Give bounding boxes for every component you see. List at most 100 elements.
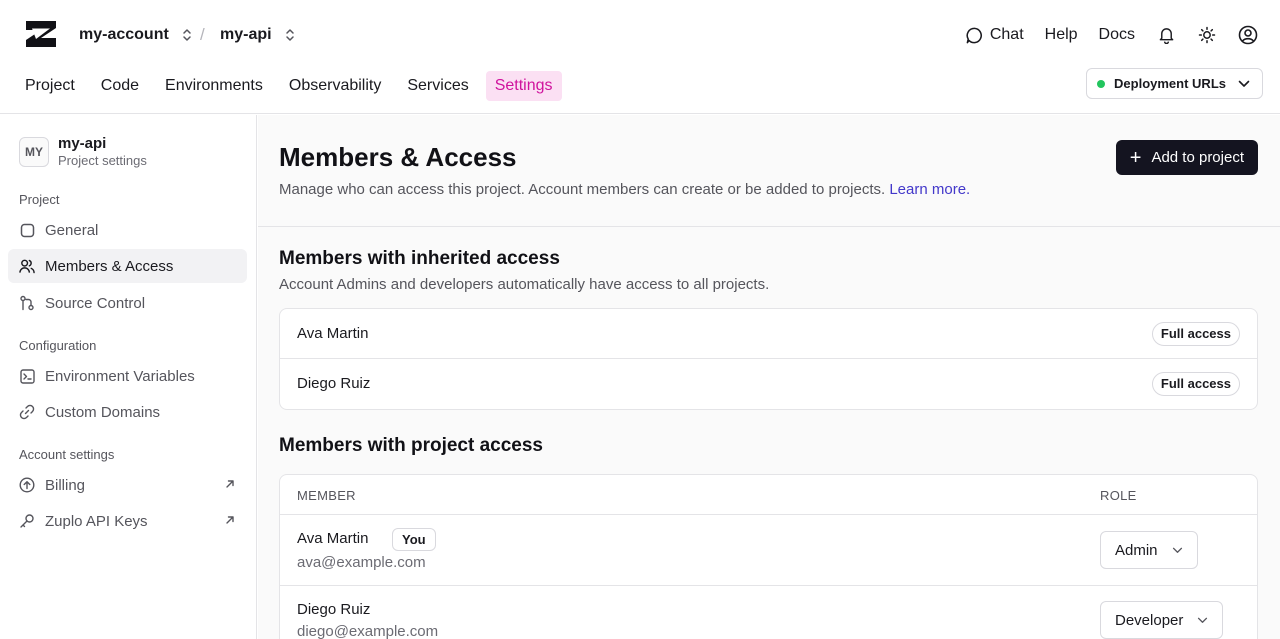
member-name: Diego Ruiz: [297, 375, 371, 392]
chevron-down-icon: [1198, 617, 1208, 623]
member-name: Ava Martin: [297, 325, 369, 342]
sidebar-item-custom-domains[interactable]: Custom Domains: [8, 395, 247, 429]
project-avatar: MY: [19, 137, 49, 167]
terminal-icon: [19, 368, 35, 384]
deployment-urls-button[interactable]: Deployment URLs: [1086, 68, 1263, 99]
chevron-down-icon: [1238, 80, 1250, 87]
sidebar-item-label: Custom Domains: [45, 403, 161, 421]
sidebar-item-environment-variables[interactable]: Environment Variables: [8, 359, 247, 393]
chevron-down-icon: [1172, 547, 1182, 553]
link-icon: [19, 404, 35, 420]
role-value: Developer: [1115, 611, 1184, 629]
member-email: ava@example.com: [297, 554, 426, 571]
chat-label: Chat: [989, 26, 1024, 43]
table-row: Ava Martin You ava@example.com Admin: [280, 515, 1257, 586]
page-header: Members & Access Manage who can access t…: [258, 115, 1280, 227]
sidebar-group-project: Project: [19, 192, 60, 207]
member-name: Ava Martin: [297, 530, 369, 547]
nav-observability[interactable]: Observability: [280, 71, 390, 101]
role-select[interactable]: Developer: [1100, 601, 1224, 639]
chevron-up-down-icon: [285, 29, 294, 41]
git-branch-icon: [19, 295, 35, 311]
nav-services[interactable]: Services: [398, 71, 477, 101]
docs-label: Docs: [1098, 26, 1135, 43]
external-link-icon: [226, 516, 234, 524]
sidebar-item-general[interactable]: General: [8, 213, 247, 247]
notifications-button[interactable]: [1156, 25, 1176, 45]
add-to-project-label: Add to project: [1151, 149, 1244, 166]
top-bar: my-account / my-api Chat Help Docs Proje…: [0, 0, 1280, 114]
bell-icon: [1159, 28, 1173, 44]
nav-project[interactable]: Project: [16, 71, 84, 101]
sidebar-project-subtitle: Project settings: [58, 153, 147, 168]
sidebar-item-label: General: [45, 221, 99, 239]
main-content: Members & Access Manage who can access t…: [258, 115, 1280, 639]
column-header-role: ROLE: [1100, 488, 1137, 503]
breadcrumb-separator: /: [200, 25, 205, 44]
sidebar-project-name: my-api: [58, 135, 107, 152]
inherited-section-title: Members with inherited access: [279, 248, 560, 269]
top-right-actions: Chat Help Docs: [944, 22, 1258, 48]
inherited-members-list: Ava Martin Full access Diego Ruiz Full a…: [279, 308, 1258, 410]
list-item: Ava Martin Full access: [280, 309, 1257, 359]
deployment-urls-label: Deployment URLs: [1114, 76, 1226, 91]
nav-code[interactable]: Code: [92, 71, 148, 101]
sidebar-group-account-settings: Account settings: [19, 447, 115, 462]
account-switcher[interactable]: my-account: [79, 24, 193, 46]
you-badge: You: [392, 528, 436, 551]
project-access-section-title: Members with project access: [279, 435, 543, 456]
sidebar-item-api-keys[interactable]: Zuplo API Keys: [8, 504, 247, 538]
sidebar-item-label: Environment Variables: [45, 367, 195, 385]
member-email: diego@example.com: [297, 623, 439, 639]
account-name: my-account: [79, 26, 169, 43]
user-circle-icon: [1238, 25, 1258, 45]
sidebar-item-label: Zuplo API Keys: [45, 512, 148, 530]
settings-sidebar: MY my-api Project settings Project Gener…: [0, 115, 257, 639]
key-icon: [19, 513, 35, 529]
sidebar-item-label: Source Control: [45, 294, 146, 312]
user-menu-button[interactable]: [1238, 25, 1258, 45]
chat-link[interactable]: Chat: [965, 26, 1024, 45]
table-header-row: MEMBER ROLE: [280, 475, 1257, 515]
sun-icon: [1198, 26, 1216, 44]
inherited-section-description: Account Admins and developers automatica…: [279, 276, 770, 293]
zuplo-logo-icon[interactable]: [24, 19, 58, 49]
project-name: my-api: [220, 26, 272, 43]
member-name: Diego Ruiz: [297, 601, 371, 618]
help-label: Help: [1044, 26, 1078, 43]
column-header-member: MEMBER: [297, 488, 356, 503]
project-switcher[interactable]: my-api: [220, 24, 296, 46]
page-description: Manage who can access this project. Acco…: [279, 181, 970, 198]
role-select[interactable]: Admin: [1100, 531, 1198, 569]
page-title: Members & Access: [279, 142, 517, 172]
chat-bubble-icon: [966, 27, 982, 43]
project-header: MY my-api Project settings: [19, 135, 147, 169]
chevron-up-down-icon: [183, 29, 191, 41]
docs-link[interactable]: Docs: [1099, 26, 1135, 44]
project-members-table: MEMBER ROLE Ava Martin You ava@example.c…: [279, 474, 1258, 639]
nav-settings[interactable]: Settings: [485, 71, 562, 101]
plus-icon: +: [1129, 146, 1142, 169]
help-link[interactable]: Help: [1045, 26, 1078, 44]
sidebar-item-label: Billing: [45, 476, 86, 494]
sidebar-item-members[interactable]: Members & Access: [8, 249, 247, 283]
status-dot: [1097, 79, 1106, 88]
sidebar-item-billing[interactable]: Billing: [8, 468, 247, 502]
square-icon: [19, 222, 35, 238]
access-badge: Full access: [1151, 372, 1240, 396]
nav-environments[interactable]: Environments: [156, 71, 272, 101]
sidebar-group-configuration: Configuration: [19, 338, 97, 353]
table-row: Diego Ruiz diego@example.com Developer: [280, 586, 1257, 639]
page-description-text: Manage who can access this project. Acco…: [279, 181, 886, 198]
arrow-up-circle-icon: [19, 477, 35, 493]
theme-toggle-button[interactable]: [1197, 25, 1217, 45]
external-link-icon: [226, 480, 234, 488]
learn-more-link[interactable]: Learn more.: [889, 181, 970, 198]
sidebar-item-source-control[interactable]: Source Control: [8, 286, 247, 320]
list-item: Diego Ruiz Full access: [280, 359, 1257, 409]
sidebar-item-label: Members & Access: [45, 257, 174, 275]
users-icon: [19, 258, 35, 274]
main-nav: Project Code Environments Observability …: [16, 71, 570, 101]
role-value: Admin: [1115, 541, 1158, 559]
add-to-project-button[interactable]: + Add to project: [1115, 140, 1258, 175]
